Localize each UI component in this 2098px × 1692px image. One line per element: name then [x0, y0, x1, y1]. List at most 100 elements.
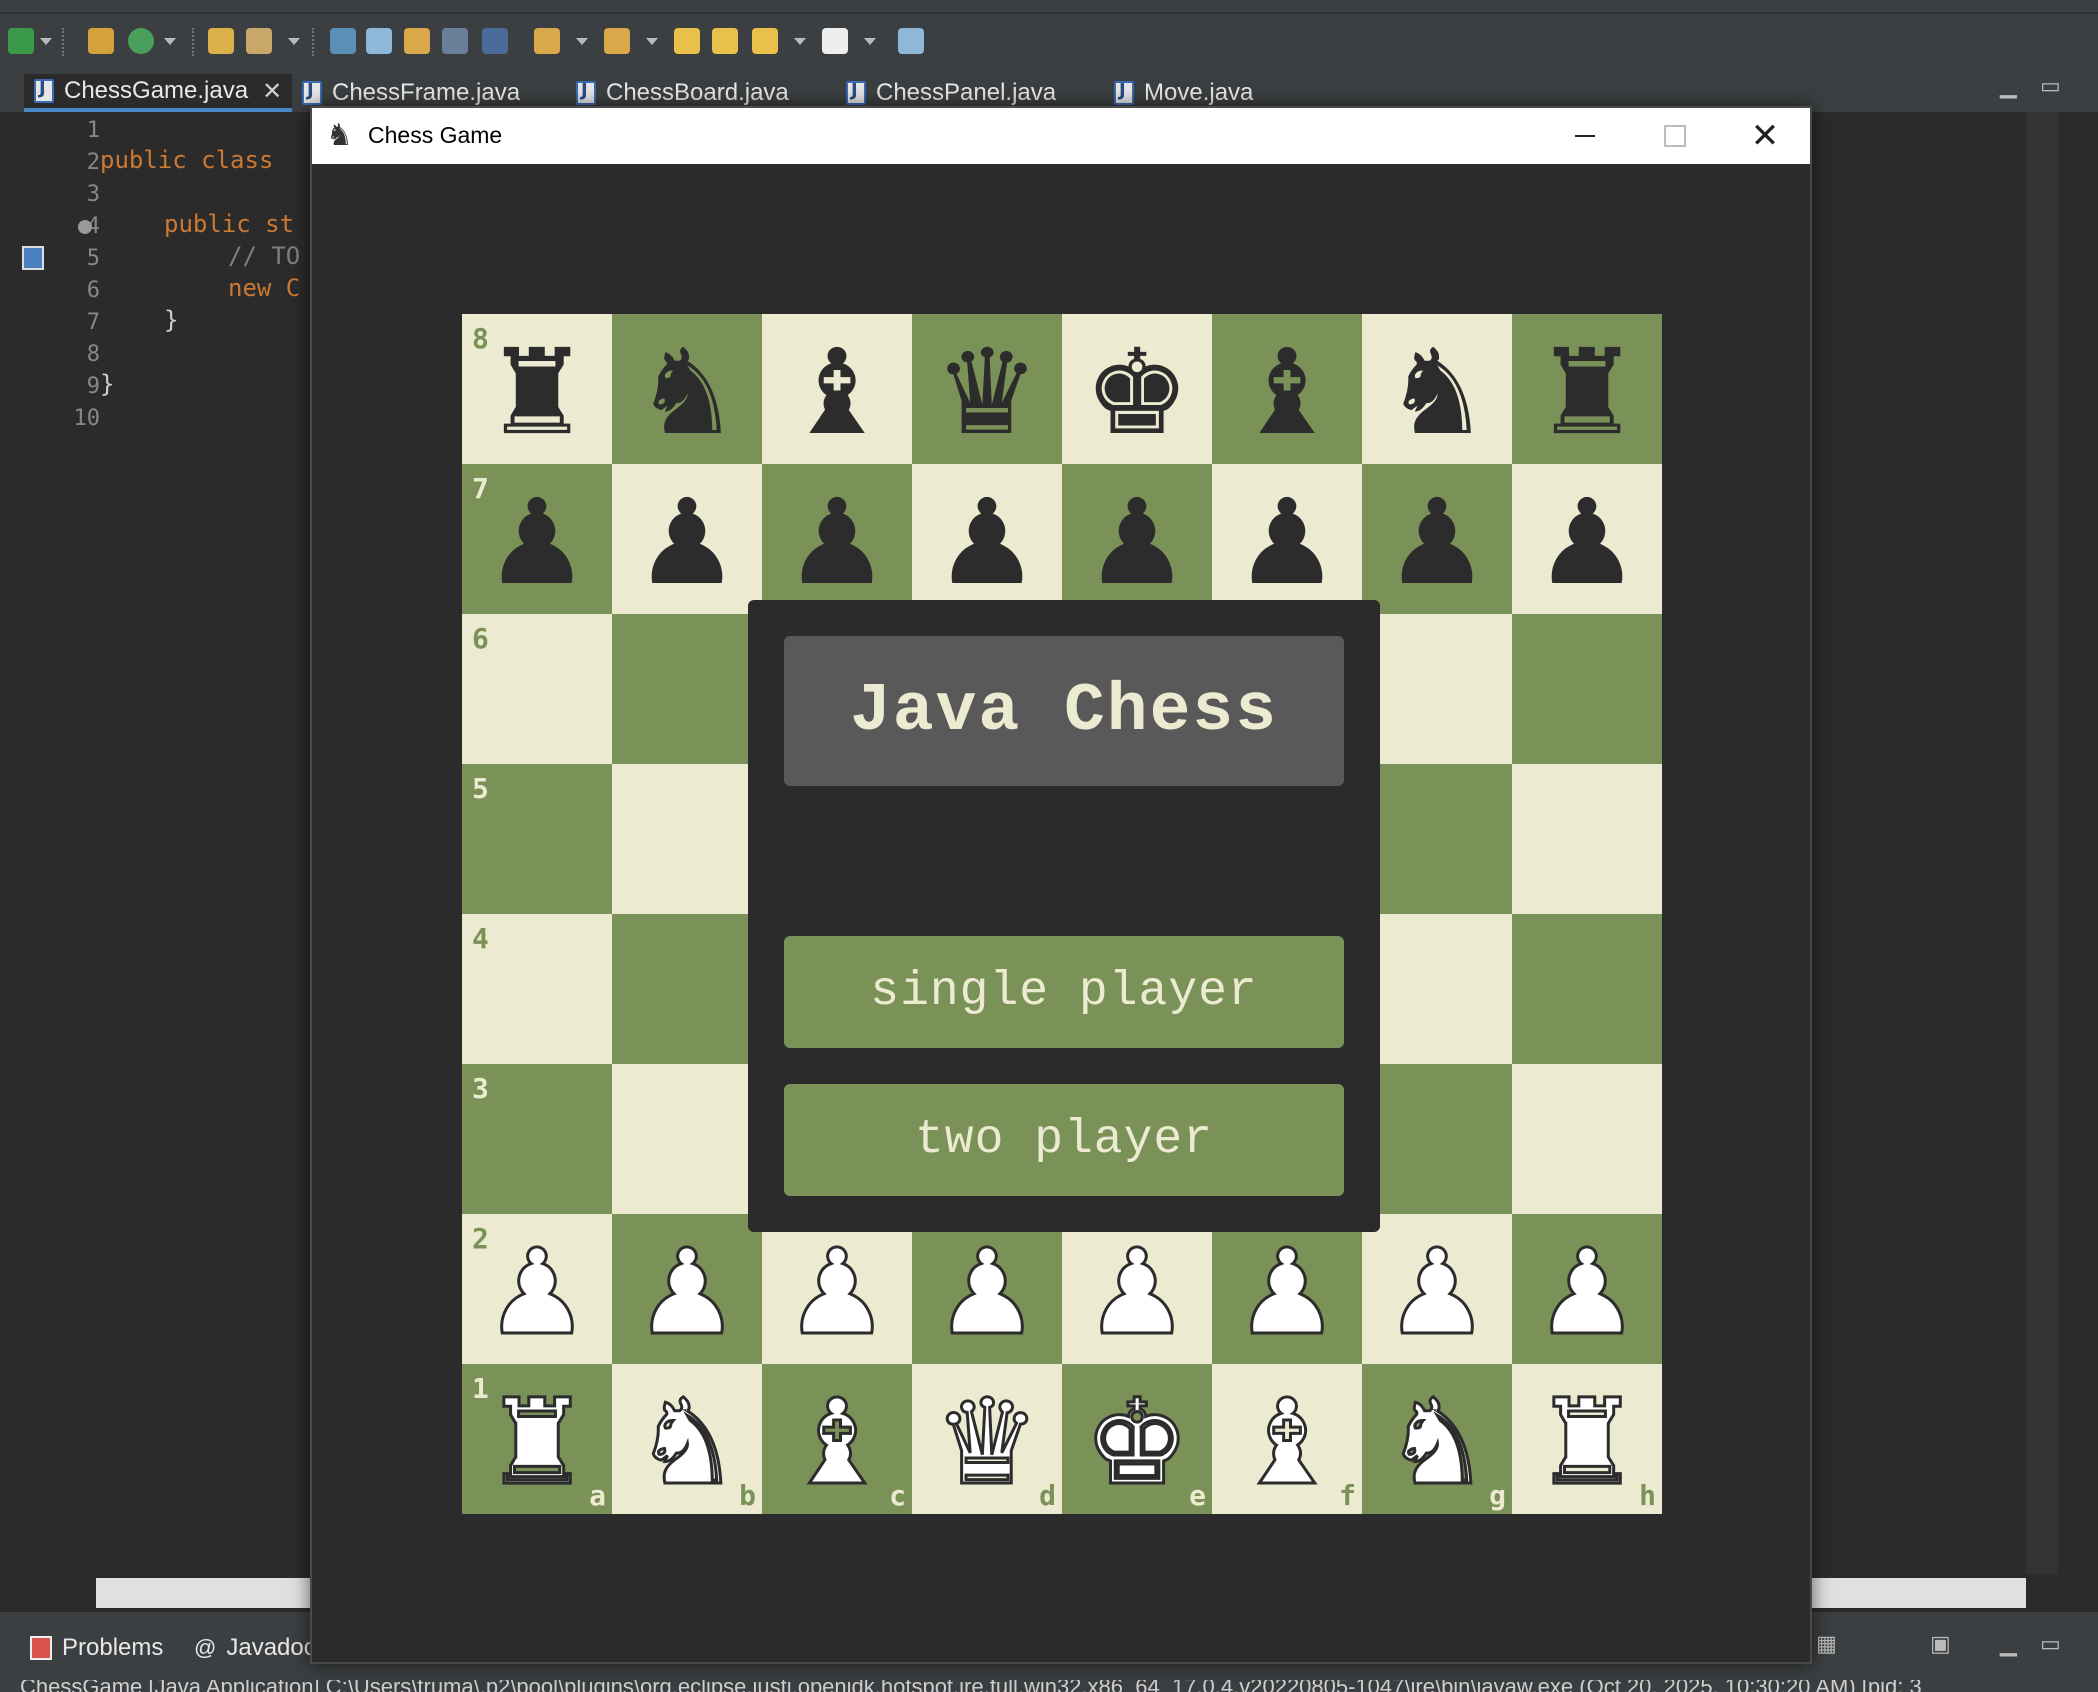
- square-b4[interactable]: [612, 914, 762, 1064]
- display-selected-console-icon[interactable]: ▦: [1816, 1632, 1837, 1657]
- square-b2[interactable]: ♟: [612, 1214, 762, 1364]
- square-h1[interactable]: h ♜: [1512, 1364, 1662, 1514]
- square-a5[interactable]: 5: [462, 764, 612, 914]
- square-a1[interactable]: 1 a ♜: [462, 1364, 612, 1514]
- white-bishop-icon[interactable]: ♝: [783, 1382, 892, 1503]
- square-a3[interactable]: 3: [462, 1064, 612, 1214]
- black-knight-icon[interactable]: ♞: [1384, 333, 1490, 451]
- minimize-button[interactable]: [1540, 108, 1630, 164]
- black-pawn-icon[interactable]: ♟: [1084, 483, 1190, 601]
- square-e8[interactable]: ♚: [1062, 314, 1212, 464]
- white-pawn-icon[interactable]: ♟: [783, 1232, 892, 1353]
- black-king-icon[interactable]: ♚: [1084, 333, 1190, 451]
- square-g1[interactable]: g ♞: [1362, 1364, 1512, 1514]
- square-h3[interactable]: [1512, 1064, 1662, 1214]
- square-b1[interactable]: b ♞: [612, 1364, 762, 1514]
- square-a4[interactable]: 4: [462, 914, 612, 1064]
- close-button[interactable]: ✕: [1720, 108, 1810, 164]
- square-b6[interactable]: [612, 614, 762, 764]
- black-pawn-icon[interactable]: ♟: [1234, 483, 1340, 601]
- open-folder-icon[interactable]: [208, 28, 234, 54]
- chevron-down-icon[interactable]: [794, 38, 806, 45]
- square-b8[interactable]: ♞: [612, 314, 762, 464]
- white-pawn-icon[interactable]: ♟: [1533, 1232, 1642, 1353]
- new-console-icon[interactable]: ▣: [1930, 1632, 1951, 1657]
- next-annotation-icon[interactable]: [534, 28, 560, 54]
- black-rook-icon[interactable]: ♜: [1534, 333, 1640, 451]
- maximize-button[interactable]: [1630, 108, 1720, 164]
- square-c7[interactable]: ♟: [762, 464, 912, 614]
- square-a6[interactable]: 6: [462, 614, 612, 764]
- square-g7[interactable]: ♟: [1362, 464, 1512, 614]
- white-knight-icon[interactable]: ♞: [633, 1382, 742, 1503]
- square-c8[interactable]: ♝: [762, 314, 912, 464]
- white-knight-icon[interactable]: ♞: [1383, 1382, 1492, 1503]
- square-e1[interactable]: e ♚: [1062, 1364, 1212, 1514]
- square-h8[interactable]: ♜: [1512, 314, 1662, 464]
- white-pawn-icon[interactable]: ♟: [1233, 1232, 1342, 1353]
- square-g3[interactable]: [1362, 1064, 1512, 1214]
- white-pawn-icon[interactable]: ♟: [483, 1232, 592, 1353]
- black-pawn-icon[interactable]: ♟: [1384, 483, 1490, 601]
- prev-annotation-icon[interactable]: [604, 28, 630, 54]
- back-arrow-icon[interactable]: [752, 28, 778, 54]
- black-pawn-icon[interactable]: ♟: [784, 483, 890, 601]
- close-icon[interactable]: ✕: [262, 77, 282, 106]
- single-player-button[interactable]: single player: [784, 936, 1344, 1048]
- black-pawn-icon[interactable]: ♟: [634, 483, 740, 601]
- square-f7[interactable]: ♟: [1212, 464, 1362, 614]
- square-a7[interactable]: 7 ♟: [462, 464, 612, 614]
- square-g5[interactable]: [1362, 764, 1512, 914]
- window-titlebar[interactable]: ♞ Chess Game ✕: [312, 108, 1810, 164]
- word-wrap-icon[interactable]: [404, 28, 430, 54]
- chevron-down-icon[interactable]: [646, 38, 658, 45]
- square-c2[interactable]: ♟: [762, 1214, 912, 1364]
- black-knight-icon[interactable]: ♞: [634, 333, 740, 451]
- square-f8[interactable]: ♝: [1212, 314, 1362, 464]
- square-a2[interactable]: 2 ♟: [462, 1214, 612, 1364]
- square-h4[interactable]: [1512, 914, 1662, 1064]
- white-queen-icon[interactable]: ♛: [933, 1382, 1042, 1503]
- square-g4[interactable]: [1362, 914, 1512, 1064]
- square-h5[interactable]: [1512, 764, 1662, 914]
- minimize-view-icon[interactable]: ▁: [2000, 1632, 2017, 1657]
- black-bishop-icon[interactable]: ♝: [784, 333, 890, 451]
- black-queen-icon[interactable]: ♛: [934, 333, 1040, 451]
- minimize-view-icon[interactable]: ▁: [2000, 74, 2017, 99]
- square-g6[interactable]: [1362, 614, 1512, 764]
- search-type-icon[interactable]: [330, 28, 356, 54]
- square-b3[interactable]: [612, 1064, 762, 1214]
- tab-chessgame[interactable]: ChessGame.java ✕: [24, 74, 293, 112]
- chevron-down-icon[interactable]: [864, 38, 876, 45]
- square-h7[interactable]: ♟: [1512, 464, 1662, 614]
- square-a8[interactable]: 8 ♜: [462, 314, 612, 464]
- white-pawn-icon[interactable]: ♟: [1383, 1232, 1492, 1353]
- run-debug-icon[interactable]: [8, 28, 34, 54]
- black-pawn-icon[interactable]: ♟: [1534, 483, 1640, 601]
- square-h2[interactable]: ♟: [1512, 1214, 1662, 1364]
- square-g2[interactable]: ♟: [1362, 1214, 1512, 1364]
- new-package-icon[interactable]: [88, 28, 114, 54]
- chevron-down-icon[interactable]: [576, 38, 588, 45]
- forward-arrow-icon[interactable]: [822, 28, 848, 54]
- open-perspective-icon[interactable]: [898, 28, 924, 54]
- square-h6[interactable]: [1512, 614, 1662, 764]
- chevron-down-icon[interactable]: [164, 38, 176, 45]
- block-select-icon[interactable]: [442, 28, 468, 54]
- white-rook-icon[interactable]: ♜: [1533, 1382, 1642, 1503]
- square-g8[interactable]: ♞: [1362, 314, 1512, 464]
- fold-toggle-icon[interactable]: [78, 220, 92, 234]
- square-e7[interactable]: ♟: [1062, 464, 1212, 614]
- black-bishop-icon[interactable]: ♝: [1234, 333, 1340, 451]
- editor-vertical-scrollbar[interactable]: [2026, 112, 2058, 1574]
- brush-icon[interactable]: [246, 28, 272, 54]
- square-f2[interactable]: ♟: [1212, 1214, 1362, 1364]
- maximize-view-icon[interactable]: ▭: [2040, 1632, 2061, 1657]
- chevron-down-icon[interactable]: [40, 38, 52, 45]
- black-pawn-icon[interactable]: ♟: [934, 483, 1040, 601]
- refresh-icon[interactable]: [128, 28, 154, 54]
- tab-problems[interactable]: Problems: [30, 1634, 163, 1662]
- black-rook-icon[interactable]: ♜: [484, 333, 590, 451]
- white-pawn-icon[interactable]: ♟: [933, 1232, 1042, 1353]
- square-d8[interactable]: ♛: [912, 314, 1062, 464]
